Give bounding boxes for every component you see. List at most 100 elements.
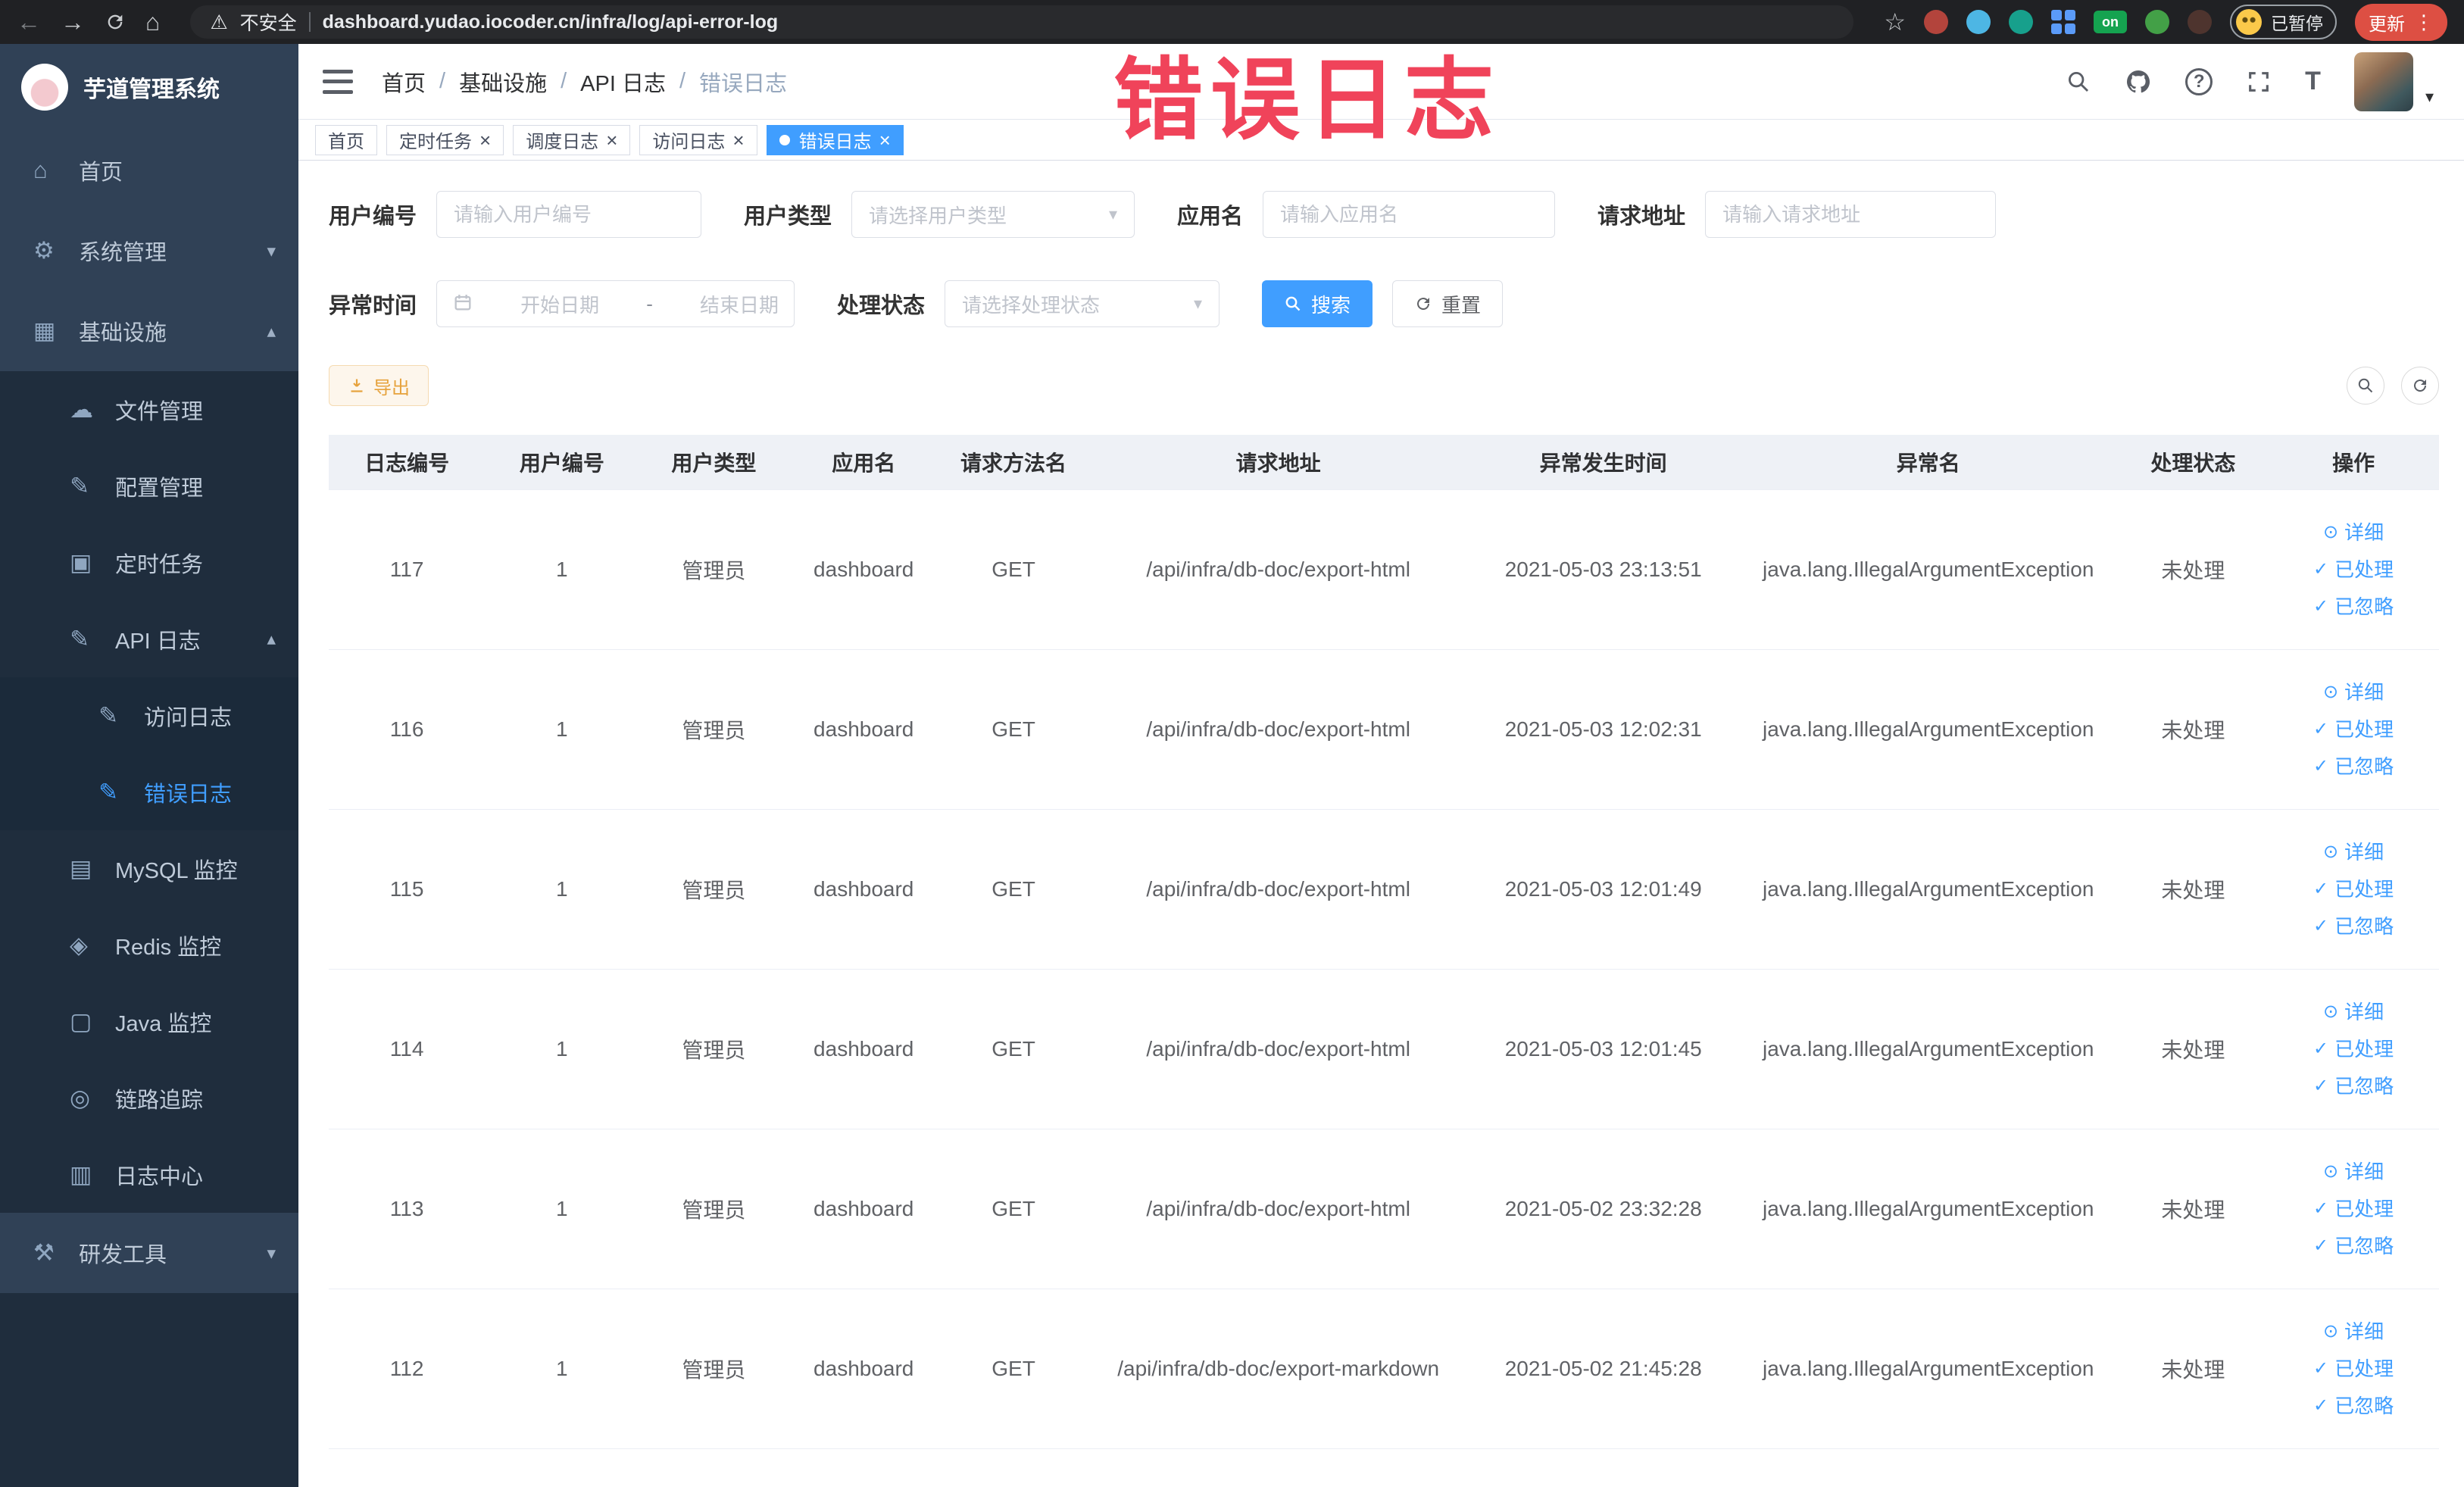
reset-button[interactable]: 重置 <box>1392 280 1504 327</box>
tab-scheduled-task[interactable]: 定时任务 × <box>386 124 504 155</box>
font-size-icon[interactable]: T <box>2305 67 2321 96</box>
tab-home[interactable]: 首页 <box>315 124 377 155</box>
sidebar-item-icon: ▢ <box>70 1007 92 1035</box>
extension-green-icon[interactable] <box>2145 10 2169 34</box>
sidebar-item[interactable]: ▣ 定时任务 <box>0 524 298 601</box>
user-avatar[interactable] <box>2353 52 2413 111</box>
check-icon: ✓ <box>2313 1198 2329 1219</box>
mark-ignore-link[interactable]: ✓ 已忽略 <box>2313 592 2394 622</box>
cell-log-id: 112 <box>389 1357 424 1380</box>
mark-done-link[interactable]: ✓ 已处理 <box>2313 1035 2394 1064</box>
sidebar-item[interactable]: ✎ API 日志 ▴ <box>0 601 298 677</box>
profile-avatar-icon <box>2236 9 2262 35</box>
date-range-picker[interactable]: 开始日期 - 结束日期 <box>436 280 795 327</box>
home-icon[interactable]: ⌂ <box>145 10 160 34</box>
detail-link[interactable]: ⊙ 详细 <box>2323 678 2384 708</box>
mark-ignore-link[interactable]: ✓ 已忽略 <box>2313 1072 2394 1101</box>
forward-icon[interactable]: → <box>61 10 85 34</box>
breadcrumb-infra[interactable]: 基础设施 <box>459 66 547 98</box>
sidebar-item[interactable]: ▤ MySQL 监控 <box>0 830 298 907</box>
close-icon[interactable]: × <box>606 130 617 150</box>
mark-done-link[interactable]: ✓ 已处理 <box>2313 875 2394 904</box>
extension-blue-icon[interactable] <box>1966 10 1991 34</box>
refresh-icon[interactable] <box>105 11 126 33</box>
bookmark-star-icon[interactable]: ☆ <box>1884 10 1906 34</box>
mark-ignore-link[interactable]: ✓ 已忽略 <box>2313 1232 2394 1261</box>
mark-done-link[interactable]: ✓ 已处理 <box>2313 555 2394 585</box>
request-url-input[interactable] <box>1705 191 1997 238</box>
breadcrumb-home[interactable]: 首页 <box>382 66 426 98</box>
user-id-input[interactable] <box>436 191 702 238</box>
security-label[interactable]: 不安全 <box>240 8 297 36</box>
mark-done-link[interactable]: ✓ 已处理 <box>2313 1354 2394 1384</box>
sidebar-item[interactable]: ✎ 错误日志 <box>0 754 298 830</box>
sidebar-item[interactable]: ✎ 访问日志 <box>0 677 298 754</box>
extension-dark-icon[interactable] <box>2188 10 2212 34</box>
mark-ignore-link[interactable]: ✓ 已忽略 <box>2313 752 2394 782</box>
cell-status: 未处理 <box>2161 559 2225 583</box>
sidebar-item[interactable]: ⚒ 研发工具 ▾ <box>0 1213 298 1293</box>
refresh-table-button[interactable] <box>2401 367 2439 405</box>
check-icon: ✓ <box>2313 916 2329 936</box>
sidebar-item[interactable]: ⌂ 首页 <box>0 130 298 211</box>
sidebar-item[interactable]: ▢ Java 监控 <box>0 983 298 1060</box>
sidebar-item-label: 链路追踪 <box>115 1088 204 1113</box>
search-button[interactable]: 搜索 <box>1262 280 1373 327</box>
date-start-placeholder[interactable]: 开始日期 <box>520 290 599 318</box>
github-icon[interactable] <box>2125 68 2152 95</box>
detail-link[interactable]: ⊙ 详细 <box>2323 1157 2384 1187</box>
extension-red-icon[interactable] <box>1924 10 1948 34</box>
chevron-icon: ▾ <box>267 1242 276 1263</box>
eye-icon: ⊙ <box>2323 842 2339 862</box>
sidebar-item-icon: ⚒ <box>33 1239 55 1266</box>
sidebar-item[interactable]: ☁ 文件管理 <box>0 371 298 448</box>
status-select[interactable]: 请选择处理状态 ▾ <box>945 280 1220 327</box>
mark-ignore-link[interactable]: ✓ 已忽略 <box>2313 912 2394 942</box>
back-icon[interactable]: ← <box>17 10 41 34</box>
help-icon[interactable]: ? <box>2185 67 2213 95</box>
hamburger-icon[interactable] <box>323 69 353 94</box>
close-icon[interactable]: × <box>479 130 491 150</box>
sidebar-item[interactable]: ◎ 链路追踪 <box>0 1060 298 1136</box>
detail-link[interactable]: ⊙ 详细 <box>2323 838 2384 867</box>
detail-link[interactable]: ⊙ 详细 <box>2323 518 2384 548</box>
detail-link[interactable]: ⊙ 详细 <box>2323 998 2384 1027</box>
update-button[interactable]: 更新 ⋮ <box>2355 3 2447 41</box>
close-icon[interactable]: × <box>879 130 891 150</box>
caret-down-icon[interactable]: ▾ <box>2425 87 2434 111</box>
address-bar[interactable]: ⚠ 不安全 dashboard.yudao.iocoder.cn/infra/l… <box>190 5 1854 39</box>
user-type-select[interactable]: 请选择用户类型 ▾ <box>851 191 1135 238</box>
sidebar-item[interactable]: ▦ 基础设施 ▴ <box>0 291 298 371</box>
sidebar-item[interactable]: ⚙ 系统管理 ▾ <box>0 211 298 291</box>
mark-done-link[interactable]: ✓ 已处理 <box>2313 1195 2394 1224</box>
mark-done-link[interactable]: ✓ 已处理 <box>2313 715 2394 745</box>
detail-link-label: 详细 <box>2344 680 2384 704</box>
sidebar-item[interactable]: ✎ 配置管理 <box>0 448 298 524</box>
extension-teal-icon[interactable] <box>2009 10 2033 34</box>
logo[interactable]: 芋道管理系统 <box>0 44 298 130</box>
detail-link[interactable]: ⊙ 详细 <box>2323 1317 2384 1347</box>
extensions-grid-icon[interactable] <box>2051 10 2075 34</box>
sidebar-item[interactable]: ◈ Redis 监控 <box>0 907 298 983</box>
reset-button-label: 重置 <box>1441 293 1482 317</box>
toggle-search-button[interactable] <box>2347 367 2384 405</box>
fullscreen-icon[interactable] <box>2246 69 2272 95</box>
tab-access-log[interactable]: 访问日志 × <box>639 124 757 155</box>
profile-chip[interactable]: 已暂停 <box>2230 5 2337 39</box>
export-button[interactable]: 导出 <box>329 365 429 406</box>
close-icon[interactable]: × <box>732 130 744 150</box>
cell-actions: ⊙ 详细 ✓ 已处理 ✓ 已忽略 <box>2268 1289 2439 1448</box>
search-icon[interactable] <box>2066 69 2091 95</box>
calendar-icon <box>452 292 473 317</box>
tab-schedule-log[interactable]: 调度日志 × <box>513 124 631 155</box>
cell-request-url: /api/infra/db-doc/export-html <box>1146 877 1410 901</box>
breadcrumb-api-log[interactable]: API 日志 <box>580 66 666 98</box>
extension-on-icon[interactable]: on <box>2094 11 2127 33</box>
app-name-input[interactable] <box>1263 191 1556 238</box>
menu-dots-icon[interactable]: ⋮ <box>2414 11 2434 34</box>
tab-error-log[interactable]: 错误日志 × <box>766 124 904 155</box>
mark-ignore-link[interactable]: ✓ 已忽略 <box>2313 1392 2394 1421</box>
sidebar-item[interactable]: ▥ 日志中心 <box>0 1136 298 1213</box>
url-text[interactable]: dashboard.yudao.iocoder.cn/infra/log/api… <box>323 11 778 33</box>
date-end-placeholder[interactable]: 结束日期 <box>700 290 779 318</box>
